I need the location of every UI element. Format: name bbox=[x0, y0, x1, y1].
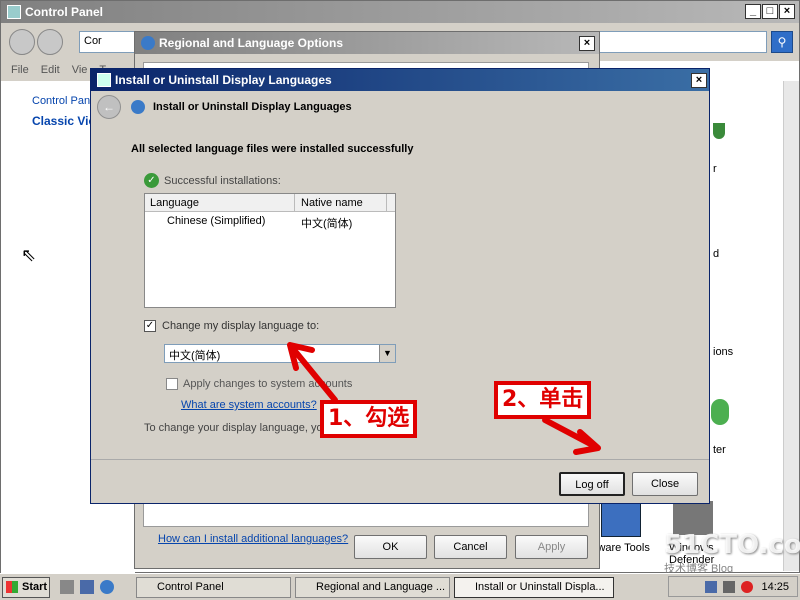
search-field[interactable] bbox=[597, 31, 767, 53]
ok-button[interactable]: OK bbox=[354, 535, 427, 559]
dialog-title: Install or Uninstall Display Languages bbox=[115, 73, 332, 87]
taskbar: Start Control Panel Regional and Languag… bbox=[0, 573, 800, 600]
dialog-header-title: Install or Uninstall Display Languages bbox=[153, 101, 352, 113]
shield-icon bbox=[713, 123, 725, 139]
browser-icon[interactable] bbox=[100, 580, 114, 594]
tools-label: lware Tools bbox=[595, 542, 650, 554]
search-button[interactable]: ⚲ bbox=[771, 31, 793, 53]
language-dropdown-value: 中文(简体) bbox=[169, 350, 221, 362]
icon-label-1: r bbox=[713, 163, 717, 175]
apply-button[interactable]: Apply bbox=[515, 535, 588, 559]
log-off-button[interactable]: Log off bbox=[559, 472, 625, 496]
minimize-button[interactable]: _ bbox=[745, 4, 761, 19]
dialog-header: ← Install or Uninstall Display Languages bbox=[91, 91, 709, 123]
icon-label-3: ions bbox=[713, 346, 734, 358]
check-circle-icon: ✓ bbox=[144, 173, 159, 188]
icon-label-4: ter bbox=[713, 444, 726, 456]
globe-icon bbox=[711, 399, 729, 425]
apply-system-checkbox[interactable] bbox=[166, 378, 178, 390]
install-languages-dialog: Install or Uninstall Display Languages ×… bbox=[90, 68, 710, 504]
table-row[interactable]: Chinese (Simplified) 中文(简体) bbox=[145, 212, 395, 230]
help-install-languages-link[interactable]: How can I install additional languages? bbox=[158, 533, 348, 545]
icon-label-2: d bbox=[713, 248, 720, 260]
window-title: Control Panel bbox=[25, 5, 104, 19]
address-bar[interactable]: Cor bbox=[79, 31, 139, 53]
volume-icon[interactable] bbox=[723, 580, 736, 593]
regional-title: Regional and Language Options bbox=[159, 36, 344, 50]
task-regional-label: Regional and Language ... bbox=[316, 580, 446, 593]
success-label: Successful installations: bbox=[164, 175, 281, 187]
regional-titlebar[interactable]: Regional and Language Options bbox=[135, 32, 599, 54]
task-install-languages[interactable]: Install or Uninstall Displa... bbox=[454, 576, 614, 598]
column-native-name[interactable]: Native name bbox=[295, 194, 387, 211]
start-button[interactable]: Start bbox=[2, 576, 50, 598]
forward-button[interactable] bbox=[37, 29, 63, 55]
system-tray: 14:25 bbox=[668, 576, 798, 597]
control-panel-titlebar[interactable]: Control Panel bbox=[1, 1, 799, 23]
cell-native-name: 中文(简体) bbox=[301, 218, 353, 230]
table-header: Language Native name bbox=[145, 194, 395, 212]
menu-file[interactable]: File bbox=[11, 64, 29, 78]
dialog-button-bar: Log off Close bbox=[91, 459, 709, 503]
task-install-languages-label: Install or Uninstall Displa... bbox=[475, 580, 605, 593]
back-arrow-icon[interactable]: ← bbox=[97, 95, 121, 119]
language-icon bbox=[131, 100, 145, 114]
success-message: All selected language files were install… bbox=[131, 143, 414, 155]
chevron-down-icon[interactable]: ▼ bbox=[379, 345, 395, 362]
change-language-label: Change my display language to: bbox=[162, 320, 320, 332]
menu-view[interactable]: Vie bbox=[72, 64, 88, 78]
close-dialog-button[interactable]: Close bbox=[632, 472, 698, 496]
maximize-button[interactable]: □ bbox=[762, 4, 778, 19]
regional-close-button[interactable]: × bbox=[579, 36, 595, 51]
start-label: Start bbox=[22, 581, 48, 593]
security-alert-icon[interactable] bbox=[741, 580, 754, 593]
menu-edit[interactable]: Edit bbox=[41, 64, 60, 78]
languages-table: Language Native name Chinese (Simplified… bbox=[144, 193, 396, 308]
quick-launch bbox=[50, 580, 130, 594]
scrollbar[interactable] bbox=[783, 81, 799, 571]
cell-language: Chinese (Simplified) bbox=[167, 215, 266, 227]
dialog-close-button[interactable]: × bbox=[691, 73, 707, 88]
sidebar-link-control-panel[interactable]: Control Panel bbox=[32, 95, 99, 107]
watermark-site: 51CTO.com bbox=[664, 530, 800, 560]
network-icon[interactable] bbox=[705, 580, 718, 593]
task-regional[interactable]: Regional and Language ... bbox=[295, 576, 450, 598]
task-control-panel[interactable]: Control Panel bbox=[136, 576, 291, 598]
globe-icon bbox=[141, 36, 155, 50]
tools-icon[interactable] bbox=[601, 501, 641, 537]
apply-system-label: Apply changes to system accounts bbox=[183, 378, 353, 390]
search-icon: ⚲ bbox=[777, 35, 787, 49]
mouse-cursor-icon: ⇖ bbox=[21, 245, 37, 265]
cancel-button[interactable]: Cancel bbox=[434, 535, 507, 559]
annotation-step-2: 2、单击 bbox=[494, 381, 592, 419]
task-control-panel-label: Control Panel bbox=[157, 580, 224, 593]
close-button[interactable]: × bbox=[779, 4, 795, 19]
show-desktop-icon[interactable] bbox=[60, 580, 74, 594]
back-button[interactable] bbox=[9, 29, 35, 55]
windows-logo-icon bbox=[6, 581, 18, 593]
dialog-window-icon bbox=[97, 73, 111, 87]
window-icon bbox=[7, 5, 21, 19]
server-manager-icon[interactable] bbox=[80, 580, 94, 594]
annotation-step-1: 1、勾选 bbox=[320, 400, 418, 438]
dialog-titlebar[interactable]: Install or Uninstall Display Languages bbox=[91, 69, 709, 91]
column-language[interactable]: Language bbox=[145, 194, 295, 211]
system-accounts-link[interactable]: What are system accounts? bbox=[181, 399, 317, 411]
address-text: Cor bbox=[84, 35, 102, 47]
clock[interactable]: 14:25 bbox=[761, 581, 789, 593]
language-dropdown[interactable]: 中文(简体) ▼ bbox=[164, 344, 396, 363]
change-language-checkbox[interactable]: ✓ bbox=[144, 320, 156, 332]
icon-pane: r d ions ter bbox=[711, 81, 783, 561]
sidebar-link-classic-view[interactable]: Classic Vie bbox=[32, 114, 95, 128]
